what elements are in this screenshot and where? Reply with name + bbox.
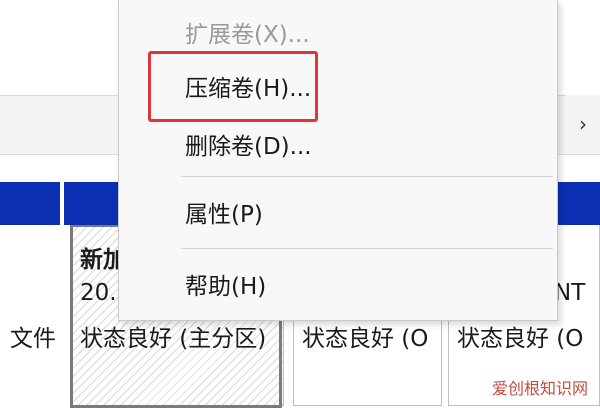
highlight-annotation	[148, 51, 318, 122]
menu-item-label: 帮助(H)	[185, 274, 267, 300]
menu-item-label: 属性(P)	[185, 202, 263, 228]
menu-separator	[181, 176, 553, 177]
selected-volume-status: 状态良好 (主分区)	[80, 326, 267, 352]
context-menu: 扩展卷(X)... 压缩卷(H)... 删除卷(D)... 属性(P) 帮助(H…	[118, 0, 558, 321]
menu-item-help[interactable]: 帮助(H)	[119, 262, 557, 312]
menu-item-label: 删除卷(D)...	[185, 134, 312, 160]
watermark-text: 爱创根知识网	[491, 379, 588, 398]
scroll-right-icon[interactable]: ›	[566, 95, 600, 153]
volume-3-fs: NT	[554, 280, 586, 306]
volume-3-status: 状态良好 (O	[457, 326, 584, 352]
menu-separator	[181, 248, 553, 249]
menu-item-delete-volume[interactable]: 删除卷(D)...	[119, 122, 557, 172]
disk-header-bar	[0, 182, 60, 225]
menu-item-properties[interactable]: 属性(P)	[119, 190, 557, 240]
volume-2-status: 状态良好 (O	[302, 326, 429, 352]
file-system-label: 文件	[10, 326, 56, 352]
